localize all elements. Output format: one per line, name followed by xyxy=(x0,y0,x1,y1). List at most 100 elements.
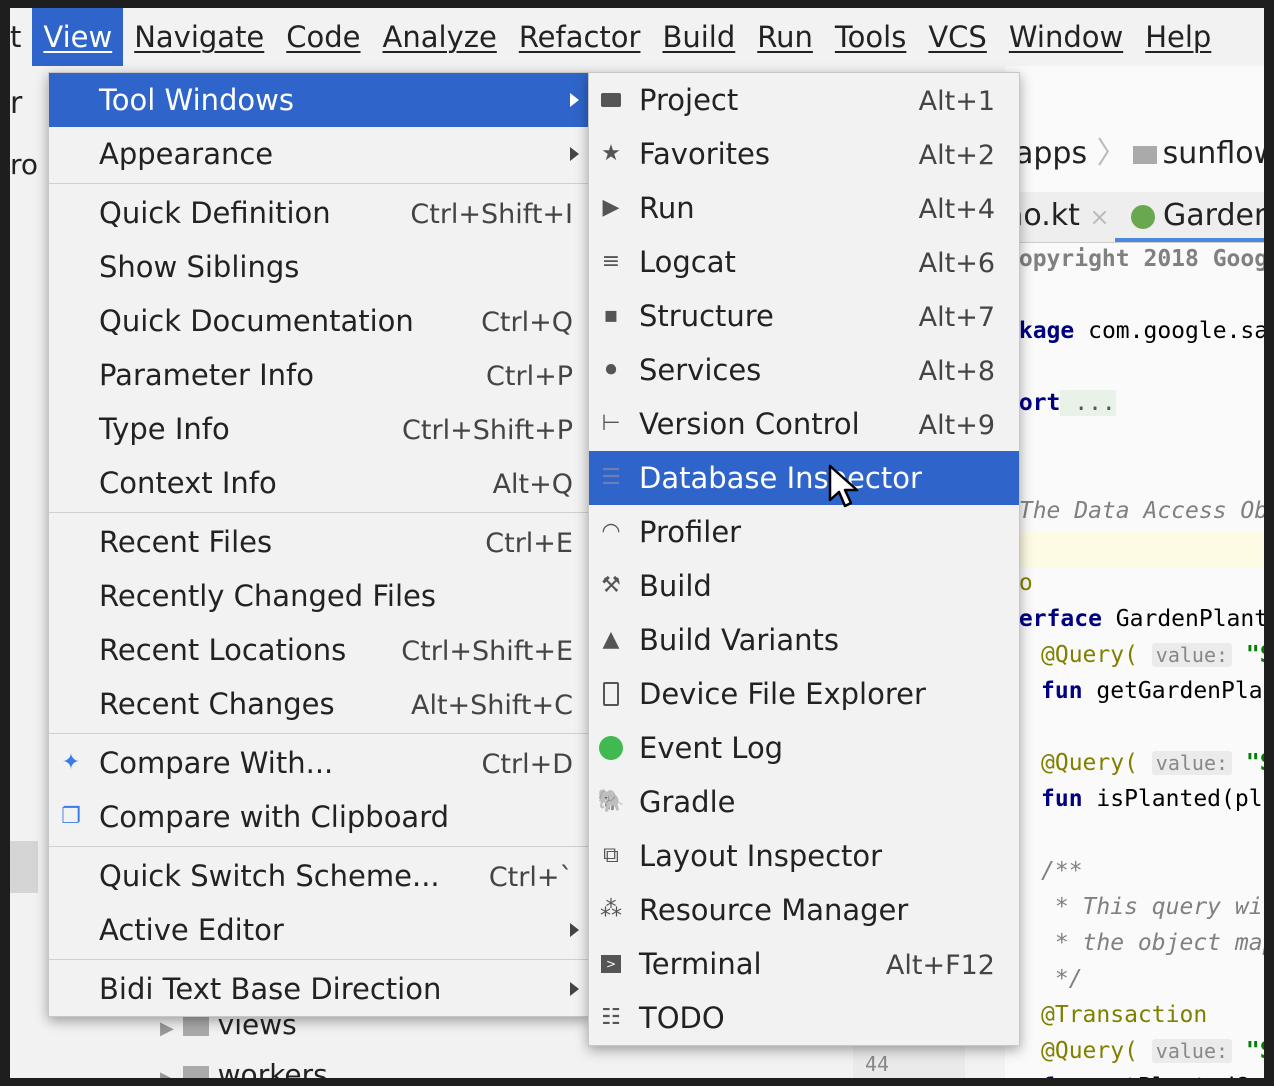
submenu-arrow-icon xyxy=(570,147,579,161)
tool-window-build-variants[interactable]: ▲ Build Variants xyxy=(589,613,1019,667)
code-line: @Query( value: "SE xyxy=(1041,642,1264,668)
menu-item-parameter-info[interactable]: Parameter Info Ctrl+P xyxy=(49,348,589,402)
menu-build[interactable]: Build xyxy=(651,8,746,66)
tool-window-layout-inspector[interactable]: ⧉ Layout Inspector xyxy=(589,829,1019,883)
tab-label: Garden xyxy=(1163,198,1264,233)
expand-arrow-icon: ▶ xyxy=(160,1068,174,1078)
menu-item-quick-definition[interactable]: Quick Definition Ctrl+Shift+I xyxy=(49,186,589,240)
code-line: Copyright 2018 Goog xyxy=(1005,246,1264,272)
hammer-icon: ⚒ xyxy=(601,573,621,598)
vcs-icon: ⊢ xyxy=(601,411,621,436)
menu-refactor[interactable]: Refactor xyxy=(508,8,652,66)
menu-item-compare-clipboard[interactable]: ❐ Compare with Clipboard xyxy=(49,790,589,844)
menu-item-compare-with[interactable]: ✦ Compare With... Ctrl+D xyxy=(49,736,589,790)
breadcrumb: apps 〉sunflow xyxy=(1005,134,1264,174)
tool-window-project[interactable]: Project Alt+1 xyxy=(589,73,1019,127)
menu-item-appearance[interactable]: Appearance xyxy=(49,127,589,181)
tool-window-structure[interactable]: ▪ Structure Alt+7 xyxy=(589,289,1019,343)
editor-area: apps 〉sunflow ao.kt × Garden Copyright 2… xyxy=(1005,66,1264,1078)
code-line: /** xyxy=(1041,858,1083,884)
tool-window-run[interactable]: ▶ Run Alt+4 xyxy=(589,181,1019,235)
layout-inspector-icon: ⧉ xyxy=(603,843,619,868)
menu-navigate[interactable]: Navigate xyxy=(123,8,275,66)
menu-item-recent-locations[interactable]: Recent Locations Ctrl+Shift+E xyxy=(49,623,589,677)
tool-window-build[interactable]: ⚒ Build xyxy=(589,559,1019,613)
tree-item-workers[interactable]: ▶ workers xyxy=(160,1058,328,1078)
menu-help[interactable]: Help xyxy=(1134,8,1222,66)
menu-item-recent-files[interactable]: Recent Files Ctrl+E xyxy=(49,515,589,569)
mouse-pointer-icon xyxy=(828,464,859,508)
tool-window-terminal[interactable]: > Terminal Alt+F12 xyxy=(589,937,1019,991)
menu-code[interactable]: Code xyxy=(275,8,371,66)
menu-item-show-siblings[interactable]: Show Siblings xyxy=(49,240,589,294)
menu-separator xyxy=(49,183,589,184)
menu-view[interactable]: View xyxy=(32,8,124,66)
logcat-icon: ≡ xyxy=(601,249,621,274)
menu-item-quick-switch-scheme[interactable]: Quick Switch Scheme... Ctrl+` xyxy=(49,849,589,903)
submenu-arrow-icon xyxy=(570,982,579,996)
tool-window-gradle[interactable]: 🐘 Gradle xyxy=(589,775,1019,829)
menu-separator xyxy=(49,512,589,513)
close-icon[interactable]: × xyxy=(1089,203,1109,231)
code-line: fun getPlantedGar xyxy=(1041,1074,1264,1078)
code-line: @Transaction xyxy=(1041,1002,1208,1028)
code-view[interactable]: Copyright 2018 Goog ckage com.google.sa … xyxy=(1005,244,1264,1078)
menu-run[interactable]: Run xyxy=(746,8,824,66)
project-tree-fragment: ▶ views ▶ workers xyxy=(160,1008,328,1078)
compare-icon: ✦ xyxy=(61,750,81,775)
tool-window-database-inspector[interactable]: ☰ Database Inspector xyxy=(589,451,1019,505)
clipboard-compare-icon: ❐ xyxy=(61,804,81,829)
tool-window-services[interactable]: ⏺ Services Alt+8 xyxy=(589,343,1019,397)
menu-analyze[interactable]: Analyze xyxy=(372,8,508,66)
services-icon: ⏺ xyxy=(605,357,617,382)
breadcrumb-apps[interactable]: apps xyxy=(1015,136,1087,171)
tool-window-version-control[interactable]: ⊢ Version Control Alt+9 xyxy=(589,397,1019,451)
menu-separator xyxy=(49,733,589,734)
code-line: * the object map xyxy=(1041,930,1264,956)
menu-item-recent-changes[interactable]: Recent Changes Alt+Shift+C xyxy=(49,677,589,731)
play-icon: ▶ xyxy=(602,195,620,220)
submenu-arrow-icon xyxy=(570,923,579,937)
menu-item-bidi-text[interactable]: Bidi Text Base Direction xyxy=(49,962,589,1016)
menu-edit-partial[interactable]: t xyxy=(10,8,32,66)
tool-windows-submenu: Project Alt+1 ★ Favorites Alt+2 ▶ Run Alt+4… xyxy=(588,72,1020,1046)
menu-item-tool-windows[interactable]: Tool Windows xyxy=(49,73,589,127)
tool-window-favorites[interactable]: ★ Favorites Alt+2 xyxy=(589,127,1019,181)
panel-title-fragment: ro xyxy=(10,148,39,181)
tool-window-event-log[interactable]: Event Log xyxy=(589,721,1019,775)
database-icon: ☰ xyxy=(601,465,621,490)
menu-tools[interactable]: Tools xyxy=(824,8,917,66)
tab-dao[interactable]: ao.kt × xyxy=(1005,192,1110,241)
device-icon xyxy=(597,667,625,721)
menu-separator xyxy=(49,846,589,847)
tool-window-todo[interactable]: ☷ TODO xyxy=(589,991,1019,1045)
structure-icon: ▪ xyxy=(603,303,619,328)
event-log-icon xyxy=(597,721,625,775)
tool-window-profiler[interactable]: ◠ Profiler xyxy=(589,505,1019,559)
resource-manager-icon: ⁂ xyxy=(600,897,622,922)
breadcrumb-sunflow[interactable]: sunflow xyxy=(1163,136,1264,171)
menu-vcs[interactable]: VCS xyxy=(917,8,998,66)
folder-icon xyxy=(597,73,625,127)
tree-selection xyxy=(10,841,38,893)
tool-window-logcat[interactable]: ≡ Logcat Alt+6 xyxy=(589,235,1019,289)
menu-separator xyxy=(49,959,589,960)
profiler-icon: ◠ xyxy=(601,519,621,544)
code-line: fun isPlanted(pla xyxy=(1041,786,1264,812)
view-menu: Tool Windows Appearance Quick Definition… xyxy=(48,72,590,1017)
code-line: ckage com.google.sa xyxy=(1005,318,1264,344)
expand-arrow-icon: ▶ xyxy=(160,1018,174,1039)
menu-window[interactable]: Window xyxy=(998,8,1134,66)
tool-window-resource-manager[interactable]: ⁂ Resource Manager xyxy=(589,883,1019,937)
menu-item-recently-changed-files[interactable]: Recently Changed Files xyxy=(49,569,589,623)
code-line: fun getGardenPlan xyxy=(1041,678,1264,704)
menu-item-active-editor[interactable]: Active Editor xyxy=(49,903,589,957)
code-line: The Data Access Ob xyxy=(1005,498,1264,524)
menubar: t View Navigate Code Analyze Refactor Bu… xyxy=(10,8,1264,66)
menu-item-type-info[interactable]: Type Info Ctrl+Shift+P xyxy=(49,402,589,456)
current-line-highlight xyxy=(1005,532,1264,568)
tool-window-device-file-explorer[interactable]: Device File Explorer xyxy=(589,667,1019,721)
menu-item-context-info[interactable]: Context Info Alt+Q xyxy=(49,456,589,510)
tab-garden[interactable]: Garden xyxy=(1131,192,1264,240)
menu-item-quick-documentation[interactable]: Quick Documentation Ctrl+Q xyxy=(49,294,589,348)
